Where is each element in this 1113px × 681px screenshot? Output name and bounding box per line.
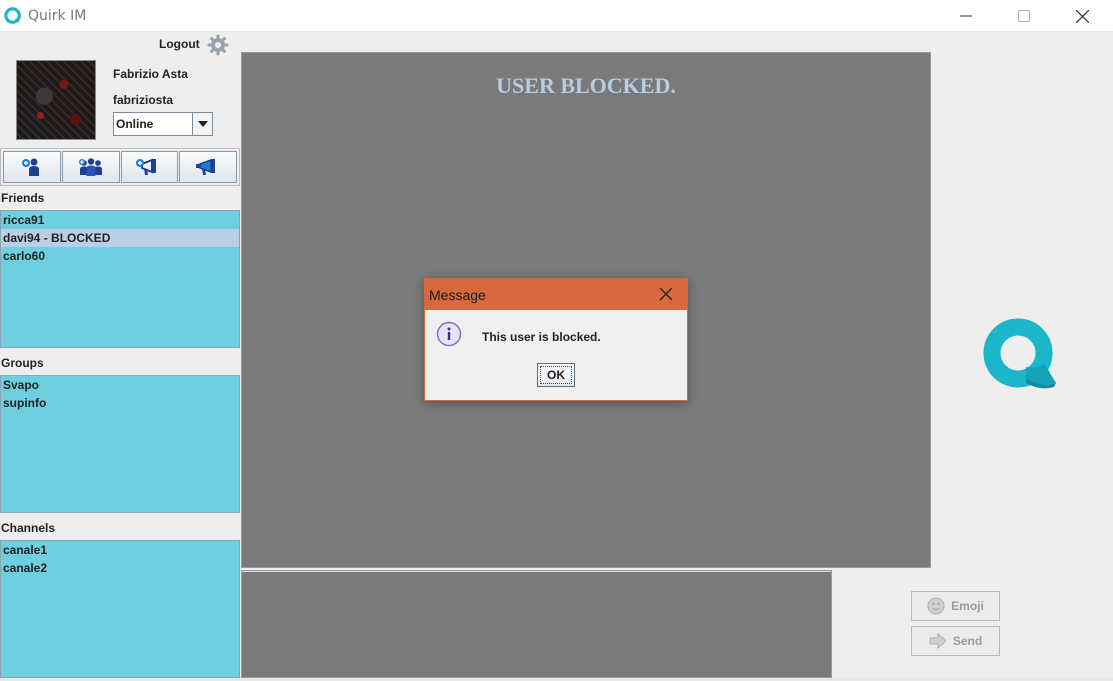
action-toolbar xyxy=(0,148,240,186)
message-dialog: Message This user is blocked. OK xyxy=(424,278,688,401)
channels-label: Channels xyxy=(1,521,56,535)
quirk-app-icon xyxy=(4,7,21,24)
friends-list: ricca91 davi94 - BLOCKED carlo60 xyxy=(0,210,240,348)
profile-full-name: Fabrizio Asta xyxy=(113,67,188,81)
message-input[interactable] xyxy=(241,570,832,678)
megaphone-icon xyxy=(196,158,216,175)
right-panel xyxy=(932,32,1113,681)
friend-item-carlo60[interactable]: carlo60 xyxy=(1,247,239,265)
title-bar: Quirk IM xyxy=(0,0,1113,32)
channel-item-canale1[interactable]: canale1 xyxy=(1,541,239,559)
ok-button[interactable]: OK xyxy=(537,363,575,387)
groups-label: Groups xyxy=(1,356,44,370)
input-top-border xyxy=(242,571,831,572)
group-icon xyxy=(78,158,102,176)
arrow-right-icon xyxy=(929,632,947,650)
dialog-title-bar: Message xyxy=(425,279,687,310)
chevron-down-icon[interactable] xyxy=(192,113,212,135)
close-icon xyxy=(1075,9,1089,23)
create-group-button[interactable] xyxy=(61,151,120,183)
channel-item-canale2[interactable]: canale2 xyxy=(1,559,239,577)
megaphone-add-icon xyxy=(136,158,157,175)
close-icon[interactable] xyxy=(657,285,675,303)
channels-list: canale1 canale2 xyxy=(0,540,240,678)
dialog-title: Message xyxy=(429,286,486,303)
friends-label: Friends xyxy=(1,191,45,205)
chat-header: USER BLOCKED. xyxy=(496,73,676,98)
friend-item-ricca91[interactable]: ricca91 xyxy=(1,211,239,229)
left-panel: Logout Fabrizio Asta fabriziosta Online xyxy=(0,32,240,681)
minimize-button[interactable] xyxy=(937,0,995,32)
emoji-label: Emoji xyxy=(951,599,984,613)
add-friend-button[interactable] xyxy=(3,151,61,183)
maximize-icon xyxy=(1018,10,1030,22)
groups-list: Svapo supinfo xyxy=(0,375,240,513)
group-item-supinfo[interactable]: supinfo xyxy=(1,394,239,412)
create-channel-button[interactable] xyxy=(120,151,179,183)
browse-channels-button[interactable] xyxy=(179,151,237,183)
smiley-icon xyxy=(927,597,945,615)
send-label: Send xyxy=(952,634,983,648)
profile-username: fabriziosta xyxy=(113,93,174,107)
status-value: Online xyxy=(116,117,154,131)
logout-link[interactable]: Logout xyxy=(159,37,200,51)
add-user-icon xyxy=(21,158,39,176)
friend-item-davi94[interactable]: davi94 - BLOCKED xyxy=(1,229,239,247)
gear-icon[interactable] xyxy=(207,34,229,56)
minimize-icon xyxy=(960,15,972,17)
close-window-button[interactable] xyxy=(1053,0,1111,32)
avatar xyxy=(16,60,96,140)
window-title: Quirk IM xyxy=(28,8,87,24)
maximize-button[interactable] xyxy=(995,0,1053,32)
emoji-button[interactable]: Emoji xyxy=(911,591,1000,621)
group-item-svapo[interactable]: Svapo xyxy=(1,376,239,394)
quirk-logo xyxy=(983,318,1056,389)
send-button[interactable]: Send xyxy=(911,626,1000,656)
info-icon xyxy=(436,321,462,347)
dialog-message: This user is blocked. xyxy=(482,330,601,344)
status-dropdown[interactable]: Online xyxy=(113,112,213,136)
